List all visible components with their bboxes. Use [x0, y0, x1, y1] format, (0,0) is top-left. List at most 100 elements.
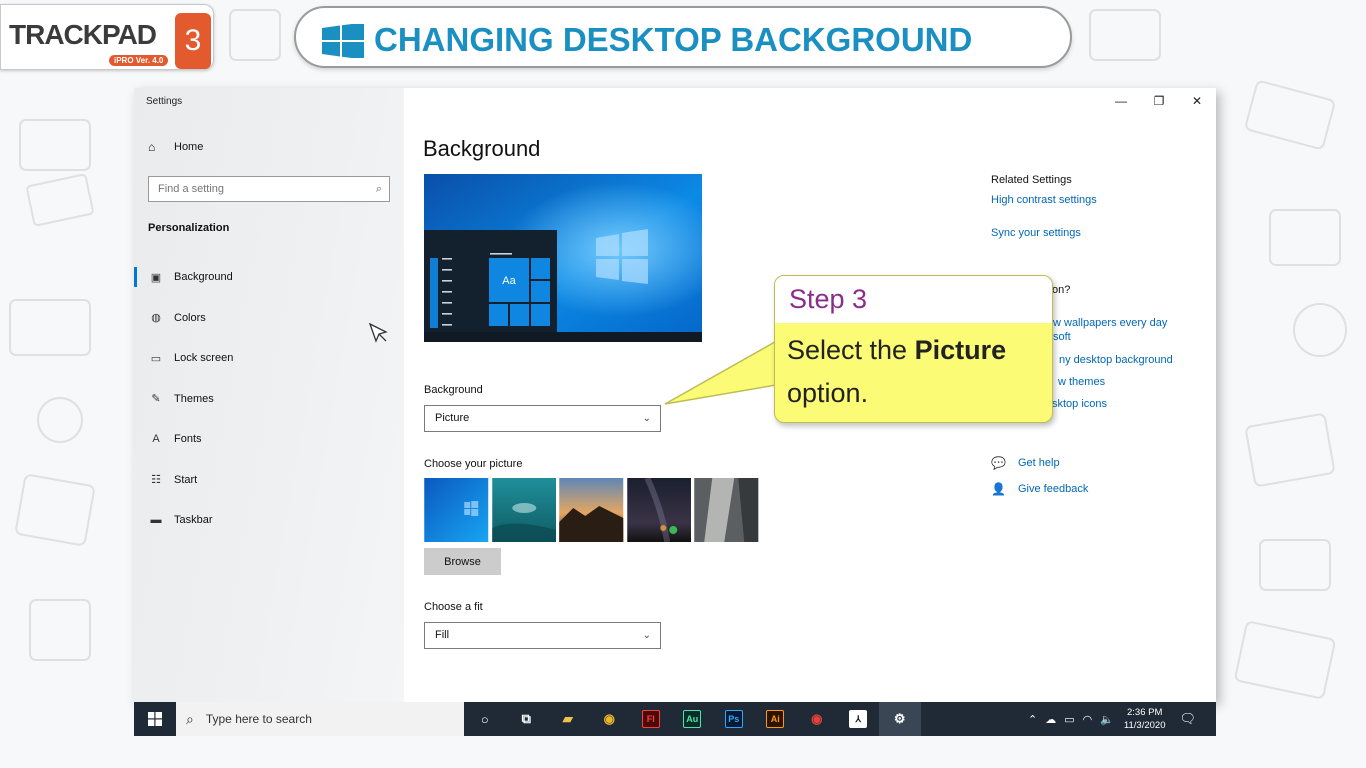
sidebar-item-start[interactable]: ☷ Start	[134, 460, 404, 501]
chevron-up-icon[interactable]: ⌃	[1028, 713, 1037, 726]
file-explorer-glyph: ▰	[562, 711, 573, 726]
file-explorer-icon[interactable]: ▰	[547, 702, 589, 736]
taskbar-search-placeholder: Type here to search	[205, 712, 312, 726]
settings-icon[interactable]: ⚙	[879, 702, 921, 736]
callout-text-after: option.	[787, 378, 869, 408]
chrome-profile-glyph: ◉	[811, 711, 823, 726]
minimize-button[interactable]: —	[1102, 88, 1140, 114]
sidebar-item-colors[interactable]: ◍ Colors	[134, 298, 404, 339]
sidebar-item-label: Taskbar	[174, 514, 213, 527]
picture-thumbnails	[424, 478, 759, 542]
chrome-icon[interactable]: ◉	[589, 702, 631, 736]
sidebar-item-label: Background	[174, 271, 233, 284]
fit-dropdown[interactable]: Fill ⌄	[424, 622, 661, 649]
give-feedback-label: Give feedback	[1018, 483, 1089, 495]
give-feedback-link[interactable]: 👤 Give feedback	[991, 482, 1088, 496]
illustrator-icon[interactable]: Ai	[755, 702, 797, 736]
title-banner: CHANGING DESKTOP BACKGROUND	[294, 6, 1072, 68]
background-dropdown[interactable]: Picture ⌄	[424, 405, 661, 432]
choose-picture-label: Choose your picture	[424, 458, 523, 470]
sidebar-item-lock-screen[interactable]: ▭ Lock screen	[134, 338, 404, 379]
mouse-cursor-icon	[368, 322, 388, 343]
callout-text: Select the Picture option.	[775, 323, 1052, 415]
get-help-link[interactable]: 💬 Get help	[991, 456, 1088, 470]
sidebar-item-themes[interactable]: ✎ Themes	[134, 379, 404, 420]
sidebar-item-label: Themes	[174, 392, 214, 405]
sidebar-item-label: Start	[174, 473, 198, 486]
windows-logo-icon	[148, 712, 162, 726]
desktop-preview: Aa	[424, 174, 702, 342]
related-settings-heading: Related Settings	[991, 174, 1072, 186]
photoshop-icon[interactable]: Ps	[713, 702, 755, 736]
brand-number: 3	[175, 13, 211, 69]
illustrator-glyph: Ai	[766, 710, 785, 728]
brand-version: iPRO Ver. 4.0	[109, 55, 169, 66]
find-setting-box: ⌕	[148, 176, 390, 202]
callout-heading: Step 3	[775, 276, 1052, 323]
taskbar-clock[interactable]: 2:36 PM 11/3/2020	[1124, 706, 1166, 732]
chrome-glyph: ◉	[603, 711, 615, 726]
audition-glyph: Au	[683, 710, 702, 728]
acrobat-glyph: ⅄	[849, 710, 868, 728]
onedrive-icon[interactable]: ☁	[1045, 713, 1056, 726]
window-title: Settings	[146, 96, 183, 107]
high-contrast-link[interactable]: High contrast settings	[991, 194, 1201, 206]
help-section: 💬 Get help 👤 Give feedback	[991, 456, 1088, 508]
volume-icon[interactable]: 🔈	[1100, 713, 1114, 726]
find-setting-input[interactable]	[149, 177, 359, 201]
settings-glyph: ⚙	[893, 711, 906, 726]
audition-icon[interactable]: Au	[672, 702, 714, 736]
search-icon: ⌕	[186, 710, 194, 727]
battery-icon[interactable]: ▭	[1064, 713, 1074, 726]
chevron-down-icon: ⌄	[642, 630, 651, 641]
task-view-glyph: ⧉	[521, 711, 531, 726]
close-button[interactable]: ✕	[1178, 88, 1216, 114]
sidebar-item-fonts[interactable]: A Fonts	[134, 419, 404, 460]
picture-thumbnail-1[interactable]	[424, 478, 489, 542]
related-settings: Related Settings High contrast settings …	[991, 174, 1201, 260]
acrobat-icon[interactable]: ⅄	[838, 702, 880, 736]
browse-button[interactable]: Browse	[424, 548, 501, 575]
taskbar-icon: ▬	[150, 514, 162, 527]
sync-settings-link[interactable]: Sync your settings	[991, 227, 1201, 239]
help-chat-icon: 💬	[991, 456, 1006, 470]
photoshop-glyph: Ps	[724, 710, 743, 728]
cortana-icon[interactable]: ○	[464, 702, 506, 736]
sidebar-item-label: Colors	[174, 311, 206, 324]
preview-tile-text: Aa	[502, 275, 516, 287]
sidebar-item-background[interactable]: ▣ Background	[134, 257, 404, 298]
wifi-icon[interactable]: ◠	[1083, 713, 1093, 726]
chrome-profile-icon[interactable]: ◉	[796, 702, 838, 736]
background-dropdown-value: Picture	[435, 412, 470, 424]
page-title: Background	[423, 136, 541, 161]
background-label: Background	[424, 384, 483, 396]
feedback-icon: 👤	[991, 482, 1006, 496]
sidebar-nav: ▣ Background ◍ Colors ▭ Lock screen ✎ Th…	[134, 257, 404, 541]
sidebar-home[interactable]: ⌂ Home	[148, 140, 203, 154]
section-heading: Personalization	[148, 222, 230, 234]
clock-date: 11/3/2020	[1123, 720, 1166, 731]
picture-thumbnail-3[interactable]	[559, 478, 624, 542]
task-view-icon[interactable]: ⧉	[506, 702, 548, 736]
choose-fit-label: Choose a fit	[424, 601, 483, 613]
flash-glyph: Fl	[641, 710, 660, 728]
home-icon: ⌂	[148, 140, 156, 154]
picture-thumbnail-2[interactable]	[491, 478, 557, 542]
picture-thumbnail-5[interactable]	[694, 478, 759, 542]
trackpad-logo: TRACKPAD iPRO Ver. 4.0 3	[0, 4, 214, 70]
taskbar-search[interactable]: ⌕ Type here to search	[176, 702, 464, 736]
flash-icon[interactable]: Fl	[630, 702, 672, 736]
sidebar-item-label: Lock screen	[174, 352, 234, 365]
sidebar-home-label: Home	[174, 141, 204, 153]
notification-icon[interactable]: 🗨	[1179, 711, 1196, 727]
lock-screen-icon: ▭	[150, 352, 162, 365]
picture-thumbnail-4[interactable]	[626, 478, 692, 542]
image-icon: ▣	[150, 271, 162, 284]
step-callout: Step 3 Select the Picture option.	[774, 275, 1053, 423]
settings-sidebar: Settings ⌂ Home ⌕ Personalization ▣ Back…	[134, 88, 404, 702]
restore-button[interactable]: ❐	[1140, 88, 1178, 114]
start-button[interactable]	[134, 702, 176, 736]
system-tray: ⌃ ☁ ▭ ◠ 🔈 2:36 PM 11/3/2020 🗨	[1020, 702, 1196, 736]
sidebar-item-taskbar[interactable]: ▬ Taskbar	[134, 500, 404, 541]
settings-window: Settings ⌂ Home ⌕ Personalization ▣ Back…	[134, 88, 1216, 702]
